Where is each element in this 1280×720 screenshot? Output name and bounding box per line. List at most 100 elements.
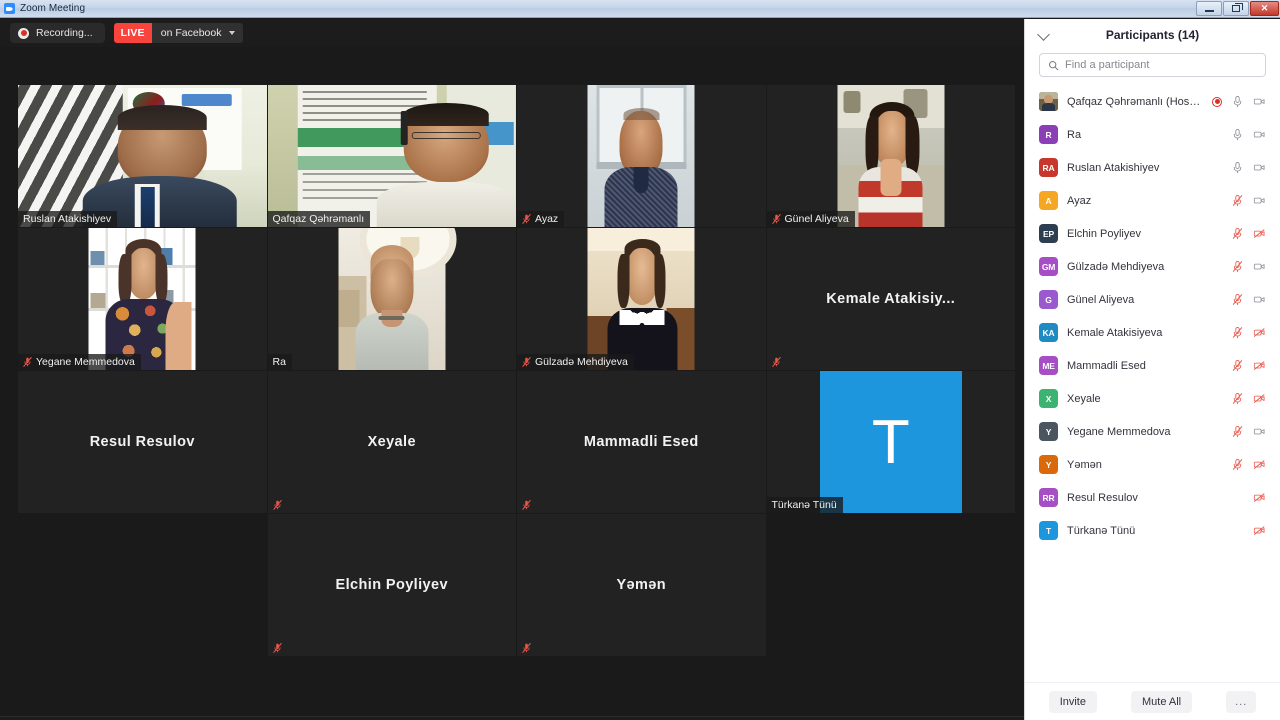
- video-tile[interactable]: Qafqaz Qəhrəmanlı: [267, 85, 516, 227]
- video-tile[interactable]: Elchin Poyliyev: [267, 514, 516, 656]
- video-tile[interactable]: Mammadli Esed: [517, 371, 766, 513]
- participant-status-icons: [1231, 293, 1266, 306]
- participant-name-label: Yegane Memmedova: [36, 356, 135, 368]
- participant-row[interactable]: X Xeyale: [1025, 382, 1280, 415]
- video-icon[interactable]: [1253, 293, 1266, 306]
- video-tile[interactable]: Yəmən: [517, 514, 766, 656]
- participant-row[interactable]: R Ra: [1025, 118, 1280, 151]
- participant-avatar-initials: T: [1039, 521, 1058, 540]
- participant-row[interactable]: ME Mammadli Esed: [1025, 349, 1280, 382]
- participant-status-icons: [1212, 95, 1266, 108]
- search-icon: [1048, 60, 1059, 70]
- participant-name-center: Yəmən: [616, 577, 667, 593]
- video-tile[interactable]: Ayaz: [517, 85, 766, 227]
- record-dot-icon: [18, 27, 29, 39]
- participant-row[interactable]: KA Kemale Atakisiyeva: [1025, 316, 1280, 349]
- participants-list[interactable]: Qafqaz Qəhrəmanlı (Host, me) R Ra RA Ruslan …: [1025, 85, 1280, 682]
- video-tile[interactable]: Günel Aliyeva: [766, 85, 1015, 227]
- search-input[interactable]: [1065, 59, 1257, 71]
- video-tile[interactable]: Gülzadə Mehdiyeva: [517, 228, 766, 370]
- participant-status-icons: [1231, 458, 1266, 471]
- mic-muted-icon: [771, 356, 781, 367]
- video-tile[interactable]: Xeyale: [267, 371, 516, 513]
- mic-icon[interactable]: [1231, 161, 1244, 174]
- mic-muted-icon: [522, 213, 531, 224]
- minimize-icon: [1204, 10, 1214, 12]
- meeting-bottom-toolbar[interactable]: [0, 716, 1024, 720]
- video-muted-icon[interactable]: [1253, 491, 1266, 504]
- invite-button[interactable]: Invite: [1048, 690, 1097, 713]
- tile-mute-indicator: [767, 354, 787, 370]
- mic-icon[interactable]: [1231, 128, 1244, 141]
- mic-muted-icon[interactable]: [1231, 194, 1244, 207]
- participant-row[interactable]: A Ayaz: [1025, 184, 1280, 217]
- video-icon[interactable]: [1253, 194, 1266, 207]
- participant-name-bar: Günel Aliyeva: [766, 211, 855, 227]
- video-muted-icon[interactable]: [1253, 392, 1266, 405]
- participant-status-icons: [1231, 128, 1266, 141]
- participant-name-label: Ayaz: [535, 213, 559, 225]
- video-tile[interactable]: Ra: [267, 228, 516, 370]
- video-tile[interactable]: T Türkanə Tünü: [766, 371, 1015, 513]
- video-tile[interactable]: Yegane Memmedova: [18, 228, 267, 370]
- participant-status-icons: [1231, 194, 1266, 207]
- mic-muted-icon[interactable]: [1231, 326, 1244, 339]
- live-destination-label: on Facebook: [160, 27, 222, 39]
- participant-video-feed: [267, 85, 516, 227]
- participant-avatar-initials: GM: [1039, 257, 1058, 276]
- mic-muted-icon[interactable]: [1231, 392, 1244, 405]
- participant-row[interactable]: RR Resul Resulov: [1025, 481, 1280, 514]
- participants-header: Participants (14): [1025, 19, 1280, 51]
- video-tile[interactable]: Ruslan Atakishiyev: [18, 85, 267, 227]
- mic-muted-icon[interactable]: [1231, 458, 1244, 471]
- mic-icon[interactable]: [1231, 95, 1244, 108]
- video-muted-icon[interactable]: [1253, 458, 1266, 471]
- participant-name: Gülzadə Mehdiyeva: [1067, 260, 1165, 273]
- video-tile[interactable]: Kemale Atakisiy...: [766, 228, 1015, 370]
- more-options-button[interactable]: ...: [1226, 690, 1257, 713]
- mic-muted-icon[interactable]: [1231, 359, 1244, 372]
- close-button[interactable]: ✕: [1250, 1, 1279, 16]
- video-muted-icon[interactable]: [1253, 359, 1266, 372]
- meeting-top-toolbar: Recording... LIVE on Facebook: [0, 19, 1024, 47]
- video-icon[interactable]: [1253, 425, 1266, 438]
- mic-muted-icon[interactable]: [1231, 227, 1244, 240]
- mic-muted-icon[interactable]: [1231, 260, 1244, 273]
- video-icon[interactable]: [1253, 95, 1266, 108]
- video-icon[interactable]: [1253, 161, 1266, 174]
- mic-muted-icon[interactable]: [1231, 293, 1244, 306]
- recording-button[interactable]: Recording...: [10, 23, 105, 43]
- mic-muted-icon: [522, 356, 531, 367]
- mic-muted-icon: [522, 499, 531, 510]
- participant-status-icons: [1231, 227, 1266, 240]
- participant-name-bar: Gülzadə Mehdiyeva: [517, 354, 634, 370]
- video-icon[interactable]: [1253, 128, 1266, 141]
- video-muted-icon[interactable]: [1253, 326, 1266, 339]
- recording-indicator-icon: [1212, 96, 1222, 107]
- video-muted-icon[interactable]: [1253, 524, 1266, 537]
- participant-row[interactable]: T Türkanə Tünü: [1025, 514, 1280, 547]
- participant-row[interactable]: Qafqaz Qəhrəmanlı (Host, me): [1025, 85, 1280, 118]
- participant-name: Qafqaz Qəhrəmanlı (Host, me): [1067, 95, 1203, 108]
- live-stream-indicator[interactable]: LIVE on Facebook: [113, 23, 244, 43]
- minimize-button[interactable]: [1196, 1, 1222, 16]
- live-destination-button[interactable]: on Facebook: [151, 23, 244, 43]
- search-box[interactable]: [1039, 53, 1266, 77]
- participants-panel: Participants (14) Qafqaz Qəhrəmanlı (Hos…: [1024, 19, 1280, 720]
- restore-button[interactable]: [1223, 1, 1249, 16]
- participant-row[interactable]: Y Yegane Memmedova: [1025, 415, 1280, 448]
- participant-row[interactable]: Y Yəmən: [1025, 448, 1280, 481]
- participant-row[interactable]: RA Ruslan Atakishiyev: [1025, 151, 1280, 184]
- video-tile[interactable]: Resul Resulov: [18, 371, 267, 513]
- tile-mute-indicator: [517, 497, 537, 513]
- video-icon[interactable]: [1253, 260, 1266, 273]
- participant-row[interactable]: G Günel Aliyeva: [1025, 283, 1280, 316]
- participant-row[interactable]: GM Gülzadə Mehdiyeva: [1025, 250, 1280, 283]
- participant-row[interactable]: EP Elchin Poyliyev: [1025, 217, 1280, 250]
- participant-name-bar: Qafqaz Qəhrəmanlı: [267, 211, 371, 227]
- mute-all-button[interactable]: Mute All: [1130, 690, 1193, 713]
- mic-muted-icon[interactable]: [1231, 425, 1244, 438]
- video-muted-icon[interactable]: [1253, 227, 1266, 240]
- chevron-down-icon[interactable]: [1037, 28, 1050, 41]
- participant-name-center: Kemale Atakisiy...: [826, 291, 956, 307]
